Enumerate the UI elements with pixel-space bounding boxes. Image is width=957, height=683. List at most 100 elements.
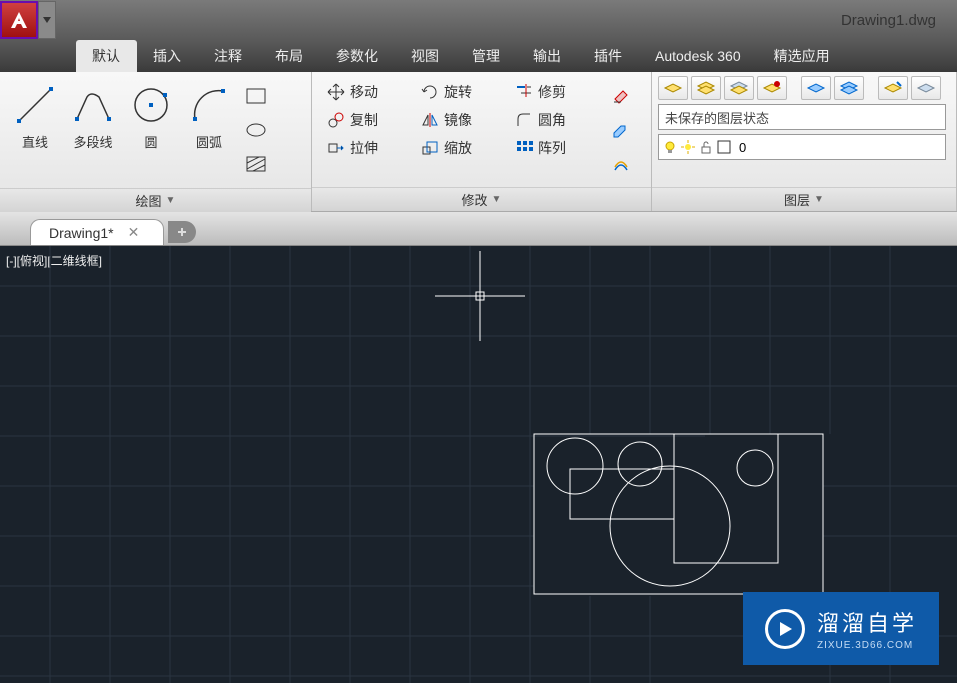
layer-states-button[interactable] [691, 76, 721, 100]
offset-icon [611, 153, 631, 173]
chevron-down-icon: ▼ [166, 195, 176, 206]
plus-icon [176, 226, 188, 238]
watermark: 溜溜自学 ZIXUE.3D66.COM [743, 592, 939, 665]
explode-icon [611, 119, 631, 139]
tool-trim[interactable]: 修剪 [514, 82, 594, 102]
document-tab-strip: Drawing1* ✕ [0, 212, 957, 246]
panel-modify: 移动 旋转 修剪 复制 镜像 圆角 拉伸 缩放 阵列 [312, 72, 652, 211]
tool-rectangle[interactable] [242, 82, 270, 110]
arc-icon [187, 83, 231, 127]
tool-stretch[interactable]: 拉伸 [326, 138, 406, 158]
rectangle-icon [245, 87, 267, 105]
move-icon [327, 83, 345, 101]
array-icon [515, 139, 533, 157]
tool-rotate[interactable]: 旋转 [420, 82, 500, 102]
layer-isolate-button[interactable] [724, 76, 754, 100]
tab-annotate[interactable]: 注释 [198, 40, 259, 72]
play-icon [765, 609, 805, 649]
trim-icon [515, 83, 533, 101]
chevron-down-icon: ▼ [814, 194, 824, 205]
panel-modify-title[interactable]: 修改▼ [312, 187, 651, 211]
tool-erase[interactable] [608, 82, 634, 108]
tool-circle-label: 圆 [144, 132, 157, 151]
document-title: Drawing1.dwg [841, 12, 936, 29]
drawing-canvas[interactable]: [-][俯视][二维线框] [0, 246, 957, 683]
copy-icon [327, 111, 345, 129]
tool-polyline[interactable]: 多段线 [64, 76, 122, 157]
close-icon[interactable]: ✕ [128, 224, 140, 241]
tool-arc[interactable]: 圆弧 [180, 76, 238, 157]
layer-previous-button[interactable] [911, 76, 941, 100]
layer-stack-icon [663, 80, 683, 96]
layer-state-combo[interactable]: 未保存的图层状态 [658, 104, 946, 130]
layer-stack-icon [883, 80, 903, 96]
tool-move[interactable]: 移动 [326, 82, 406, 102]
tab-insert[interactable]: 插入 [137, 40, 198, 72]
user-drawing [534, 434, 823, 594]
chevron-down-icon: ▼ [492, 194, 502, 205]
layer-stack-icon [762, 80, 782, 96]
layer-match-button[interactable] [878, 76, 908, 100]
tool-scale[interactable]: 缩放 [420, 138, 500, 158]
layer-on-button[interactable] [834, 76, 864, 100]
line-icon [13, 83, 57, 127]
tab-default[interactable]: 默认 [76, 40, 137, 72]
layer-freeze-button[interactable] [757, 76, 787, 100]
mirror-icon [421, 111, 439, 129]
tab-featured[interactable]: 精选应用 [758, 40, 847, 72]
tool-line-label: 直线 [22, 132, 48, 151]
tab-layout[interactable]: 布局 [259, 40, 320, 72]
tool-mirror[interactable]: 镜像 [420, 110, 500, 130]
panel-layer: 未保存的图层状态 0 图层▼ [652, 72, 957, 211]
hatch-icon [245, 155, 267, 173]
crosshair-cursor [435, 251, 525, 341]
tool-arc-label: 圆弧 [196, 132, 222, 151]
circle-icon [129, 83, 173, 127]
document-tab-name: Drawing1* [49, 225, 114, 241]
tool-line[interactable]: 直线 [6, 76, 64, 157]
color-swatch-icon [717, 140, 731, 154]
tab-output[interactable]: 输出 [517, 40, 578, 72]
stretch-icon [327, 139, 345, 157]
tab-view[interactable]: 视图 [395, 40, 456, 72]
tool-polyline-label: 多段线 [73, 132, 112, 151]
scale-icon [421, 139, 439, 157]
layer-stack-icon [729, 80, 749, 96]
tool-hatch[interactable] [242, 150, 270, 178]
tool-circle[interactable]: 圆 [122, 76, 180, 157]
add-tab-button[interactable] [168, 221, 196, 243]
polyline-icon [71, 83, 115, 127]
rotate-icon [421, 83, 439, 101]
title-bar: Drawing1.dwg [0, 0, 957, 40]
panel-draw-title[interactable]: 绘图▼ [0, 188, 311, 212]
tool-fillet[interactable]: 圆角 [514, 110, 594, 130]
lock-open-icon [699, 140, 713, 154]
erase-icon [611, 85, 631, 105]
watermark-sub: ZIXUE.3D66.COM [817, 640, 917, 651]
layer-current-combo[interactable]: 0 [658, 134, 946, 160]
ribbon: 直线 多段线 圆 圆弧 绘图▼ [0, 72, 957, 212]
layer-properties-button[interactable] [658, 76, 688, 100]
tab-parametric[interactable]: 参数化 [320, 40, 395, 72]
tool-copy[interactable]: 复制 [326, 110, 406, 130]
watermark-text: 溜溜自学 [817, 606, 917, 638]
tab-plugins[interactable]: 插件 [578, 40, 639, 72]
tool-offset[interactable] [608, 150, 634, 176]
layer-current-name: 0 [739, 140, 746, 155]
layer-stack-icon [916, 80, 936, 96]
tool-ellipse[interactable] [242, 116, 270, 144]
tool-explode[interactable] [608, 116, 634, 142]
sun-icon [681, 140, 695, 154]
panel-layer-title[interactable]: 图层▼ [652, 187, 956, 211]
layer-off-button[interactable] [801, 76, 831, 100]
tab-autodesk360[interactable]: Autodesk 360 [639, 40, 758, 72]
tab-manage[interactable]: 管理 [456, 40, 517, 72]
tool-array[interactable]: 阵列 [514, 138, 594, 158]
layer-stack-icon [696, 80, 716, 96]
document-tab[interactable]: Drawing1* ✕ [30, 219, 164, 245]
layer-stack-icon [839, 80, 859, 96]
layer-stack-icon [806, 80, 826, 96]
ribbon-tabs: 默认 插入 注释 布局 参数化 视图 管理 输出 插件 Autodesk 360… [0, 40, 957, 72]
panel-draw: 直线 多段线 圆 圆弧 绘图▼ [0, 72, 312, 211]
bulb-icon [663, 140, 677, 154]
